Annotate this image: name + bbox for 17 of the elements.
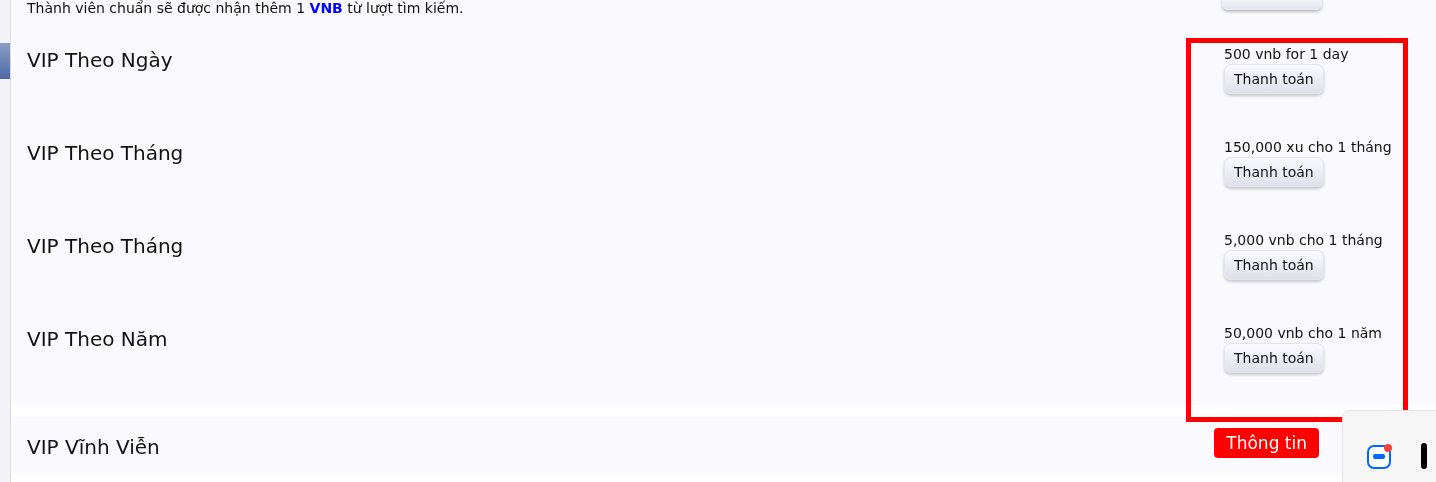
scroll-handle[interactable] (1421, 443, 1427, 469)
chat-app-icon[interactable] (1367, 443, 1393, 469)
intro-text: Thành viên chuẩn sẽ được nhận thêm 1 VNB từ lượt tìm kiếm. (27, 0, 464, 18)
plan-name: VIP Theo Tháng (27, 234, 184, 260)
plan-price: 5,000 vnb cho 1 tháng (1224, 232, 1383, 248)
plan-price: 150,000 xu cho 1 tháng (1224, 139, 1392, 155)
plan-price: 50,000 vnb cho 1 năm (1224, 325, 1382, 341)
plan-name: VIP Theo Năm (27, 327, 168, 353)
plan-name: VIP Theo Tháng (27, 141, 184, 167)
plan-price: 500 vnb for 1 day (1224, 46, 1349, 62)
pay-button[interactable]: Thanh toán (1224, 157, 1324, 187)
plan-name: VIP Theo Ngày (27, 48, 173, 74)
pay-button[interactable]: Thanh toán (1224, 250, 1324, 280)
pay-button[interactable]: Thanh toán (1224, 64, 1324, 94)
info-button[interactable]: Thông tin (1214, 428, 1319, 458)
pay-button[interactable]: Thanh toán (1224, 343, 1324, 373)
plan-name: VIP Vĩnh Viễn (27, 435, 160, 459)
